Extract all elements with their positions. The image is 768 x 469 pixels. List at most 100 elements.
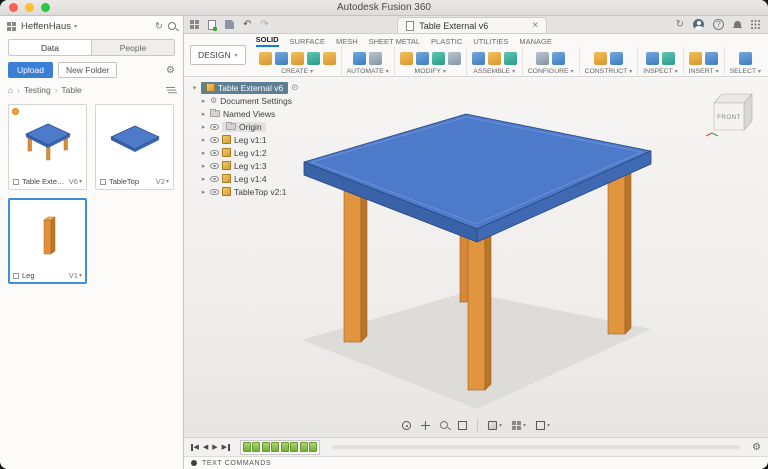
browser-row-component[interactable]: ▸ Leg v1:2 [198, 146, 300, 159]
text-commands-toggle-icon[interactable] [191, 460, 197, 466]
timeline-settings-gear-icon[interactable]: ⚙ [752, 442, 761, 453]
tab-solid[interactable]: SOLID [256, 35, 279, 47]
text-commands-label[interactable]: TEXT COMMANDS [202, 460, 271, 467]
expand-icon[interactable]: ▸ [200, 175, 207, 183]
configure-menu[interactable]: CONFIGURE▾ [528, 68, 574, 75]
timeline-feature-icon[interactable] [290, 442, 298, 452]
timeline-feature-icon[interactable] [300, 442, 308, 452]
tab-sheet-metal[interactable]: SHEET METAL [369, 37, 420, 47]
browser-row-component[interactable]: ▸ Leg v1:1 [198, 133, 300, 146]
zoom-icon[interactable] [440, 421, 448, 429]
timeline-go-end-button[interactable]: ▶ [222, 443, 230, 451]
select-menu[interactable]: SELECT▾ [730, 68, 761, 75]
notifications-bell-icon[interactable] [733, 21, 742, 29]
viewport-canvas[interactable]: ▾ Table External v6 ⊙ ▸ ⚙ Document Setti… [184, 77, 768, 437]
tab-plastic[interactable]: PLASTIC [431, 37, 462, 47]
automate-menu[interactable]: AUTOMATE▾ [347, 68, 389, 75]
measure-icon[interactable] [646, 52, 659, 65]
redo-icon[interactable]: ↷ [260, 19, 268, 30]
visibility-eye-icon[interactable] [210, 176, 219, 182]
user-avatar[interactable] [693, 19, 704, 30]
grid-settings-icon[interactable]: ▾ [512, 421, 526, 430]
expand-icon[interactable]: ▸ [200, 188, 207, 196]
timeline-feature-icon[interactable] [262, 442, 270, 452]
hub-selector[interactable]: HeffenHaus ▾ [21, 21, 77, 32]
table-leg-front[interactable] [468, 224, 491, 390]
collapse-icon[interactable]: ▾ [191, 84, 198, 92]
construction-plane-icon[interactable] [594, 52, 607, 65]
configuration-icon[interactable] [536, 52, 549, 65]
panel-settings-gear-icon[interactable]: ⚙ [166, 65, 175, 76]
help-icon[interactable]: ? [713, 19, 724, 30]
visibility-eye-icon[interactable] [210, 124, 219, 130]
extrude-icon[interactable] [291, 52, 304, 65]
breadcrumb-current[interactable]: Table [61, 85, 81, 95]
expand-icon[interactable]: ▸ [200, 97, 207, 105]
save-icon[interactable] [225, 20, 234, 29]
browser-root-node[interactable]: Table External v6 [201, 82, 288, 94]
visibility-eye-icon[interactable] [210, 137, 219, 143]
fillet-icon[interactable] [416, 52, 429, 65]
close-window-button[interactable] [9, 3, 18, 12]
browser-row-component[interactable]: ▸ TableTop v2:1 [198, 185, 300, 198]
timeline-feature-icon[interactable] [309, 442, 317, 452]
expand-icon[interactable]: ▸ [200, 123, 207, 131]
variable-icon[interactable] [552, 52, 565, 65]
tab-mesh[interactable]: MESH [336, 37, 358, 47]
workspace-switcher[interactable]: DESIGN ▾ [190, 45, 246, 65]
upload-button[interactable]: Upload [8, 62, 53, 78]
viewcube[interactable]: FRONT [704, 83, 758, 137]
timeline-feature-icon[interactable] [281, 442, 289, 452]
scripts-icon[interactable] [369, 52, 382, 65]
combine-icon[interactable] [448, 52, 461, 65]
new-document-icon[interactable] [208, 20, 216, 30]
press-pull-icon[interactable] [400, 52, 413, 65]
undo-icon[interactable]: ↶ [243, 19, 251, 30]
insert-derive-icon[interactable] [689, 52, 702, 65]
revolve-icon[interactable] [307, 52, 320, 65]
tab-data[interactable]: Data [9, 40, 91, 55]
activate-component-icon[interactable]: ⊙ [291, 82, 298, 93]
expand-icon[interactable]: ▸ [200, 110, 207, 118]
create-sketch-icon[interactable] [275, 52, 288, 65]
automation-icon[interactable] [353, 52, 366, 65]
browser-row-document-settings[interactable]: ▸ ⚙ Document Settings [198, 94, 300, 107]
browser-row-origin[interactable]: ▸ Origin [198, 120, 300, 133]
item-card-tabletop[interactable]: TableTop V2▾ [95, 104, 174, 190]
job-status-icon[interactable]: ↻ [676, 19, 684, 30]
browser-row-component[interactable]: ▸ Leg v1:3 [198, 159, 300, 172]
hole-icon[interactable] [323, 52, 336, 65]
timeline-play-button[interactable]: ▶ [212, 443, 217, 451]
viewport-layout-icon[interactable]: ▾ [536, 421, 550, 430]
pan-icon[interactable] [421, 421, 430, 430]
apps-grid-icon[interactable] [751, 20, 760, 29]
item-version-selector[interactable]: V1▾ [69, 271, 82, 280]
tab-surface[interactable]: SURFACE [290, 37, 325, 47]
timeline-go-start-button[interactable]: ◀ [191, 443, 199, 451]
assemble-menu[interactable]: ASSEMBLE▾ [473, 68, 515, 75]
construct-menu[interactable]: CONSTRUCT▾ [585, 68, 633, 75]
expand-icon[interactable]: ▸ [200, 162, 207, 170]
browser-row-named-views[interactable]: ▸ Named Views [198, 107, 300, 120]
tab-people[interactable]: People [91, 40, 174, 55]
timeline-feature-icon[interactable] [271, 442, 279, 452]
new-folder-button[interactable]: New Folder [58, 62, 117, 78]
home-icon[interactable]: ⌂ [8, 85, 13, 95]
close-tab-icon[interactable]: × [532, 20, 538, 31]
item-version-selector[interactable]: V2▾ [156, 177, 169, 186]
inspect-menu[interactable]: INSPECT▾ [643, 68, 677, 75]
timeline-scrollbar[interactable] [332, 445, 740, 449]
orbit-icon[interactable] [402, 421, 411, 430]
rigid-group-icon[interactable] [504, 52, 517, 65]
search-icon[interactable] [168, 22, 176, 30]
timeline-step-back-button[interactable]: ◀ [203, 443, 208, 451]
section-analysis-icon[interactable] [662, 52, 675, 65]
expand-icon[interactable]: ▸ [200, 149, 207, 157]
item-card-leg[interactable]: Leg V1▾ [8, 198, 87, 284]
item-card-table-external[interactable]: Table External V6▾ [8, 104, 87, 190]
expand-icon[interactable]: ▸ [200, 136, 207, 144]
item-version-selector[interactable]: V6▾ [69, 177, 82, 186]
viewcube-front-label[interactable]: FRONT [717, 114, 741, 121]
as-built-joint-icon[interactable] [488, 52, 501, 65]
construction-axis-icon[interactable] [610, 52, 623, 65]
